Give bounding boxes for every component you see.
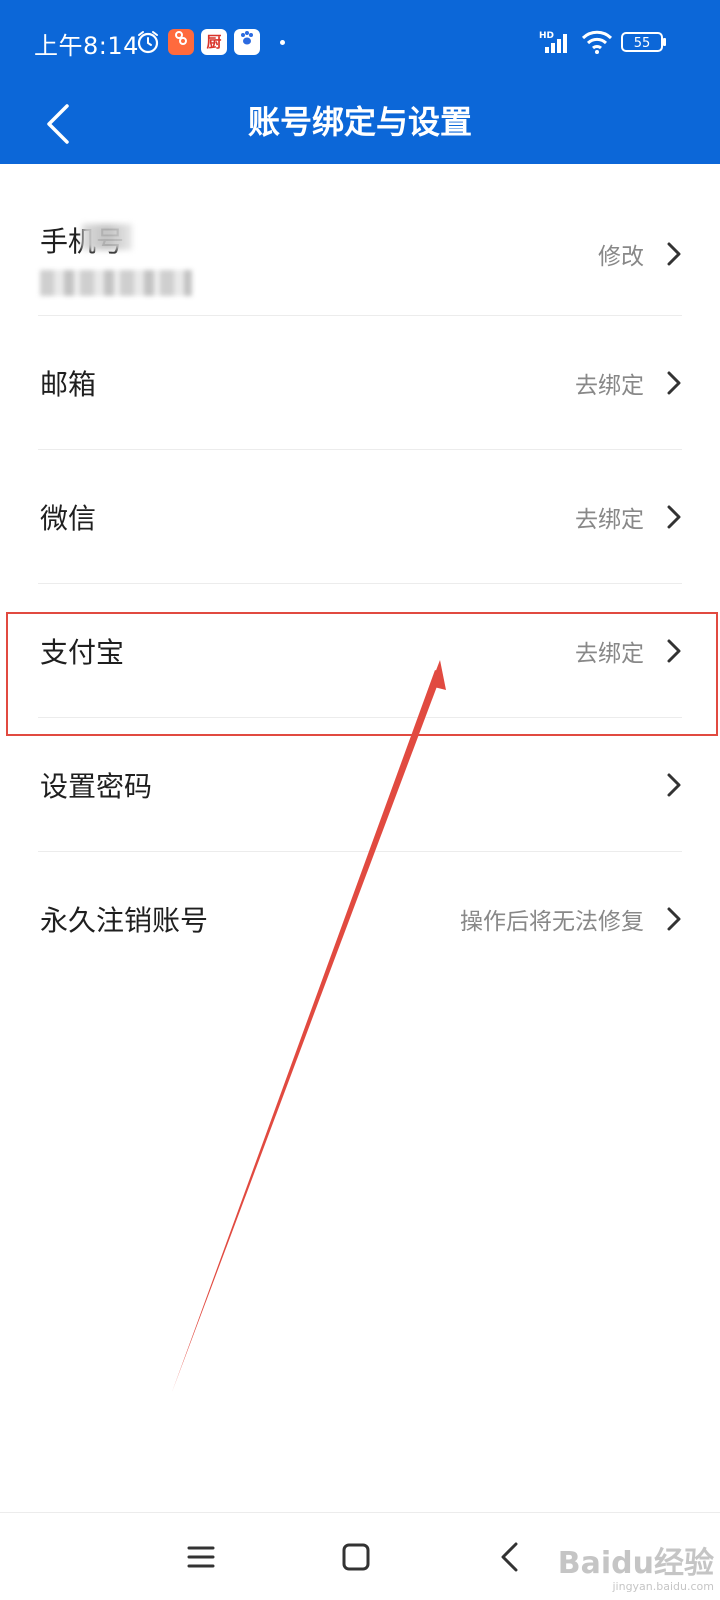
alipay-label: 支付宝 xyxy=(40,636,125,669)
kitchen-app-icon: 厨 xyxy=(201,28,227,56)
battery-icon: 55 xyxy=(620,28,668,56)
app-header: 上午8:14 厨 HD 55 账号绑定与设置 xyxy=(0,0,720,164)
chevron-right-icon xyxy=(667,907,681,931)
nav-bar: 账号绑定与设置 xyxy=(0,84,720,164)
status-time: 上午8:14 xyxy=(34,32,139,60)
delete-account-note: 操作后将无法修复 xyxy=(460,909,644,935)
alarm-icon xyxy=(134,28,162,56)
signal-icon: HD xyxy=(538,28,578,56)
menu-icon xyxy=(187,1546,215,1568)
wifi-icon xyxy=(580,28,614,56)
home-button[interactable] xyxy=(331,1535,381,1579)
status-bar: 上午8:14 厨 HD 55 xyxy=(0,0,720,84)
alipay-row[interactable]: 支付宝 去绑定 xyxy=(0,584,720,718)
chevron-right-icon xyxy=(667,371,681,395)
chevron-right-icon xyxy=(667,773,681,797)
network-label: HD xyxy=(539,31,554,41)
paw-app-icon xyxy=(234,28,260,56)
back-chevron-icon xyxy=(501,1542,518,1572)
email-label: 邮箱 xyxy=(40,368,97,401)
battery-level: 55 xyxy=(634,36,651,51)
app-orange-icon xyxy=(168,28,194,56)
back-button[interactable] xyxy=(28,92,88,156)
chevron-right-icon xyxy=(667,242,681,266)
wechat-label: 微信 xyxy=(40,502,97,535)
alipay-action: 去绑定 xyxy=(575,641,644,667)
password-label: 设置密码 xyxy=(40,770,153,803)
system-nav-bar: Baidu经验 jingyan.baidu.com xyxy=(0,1512,720,1600)
blurred-text xyxy=(82,224,132,250)
email-action: 去绑定 xyxy=(575,373,644,399)
page-title: 账号绑定与设置 xyxy=(247,103,472,141)
delete-account-row[interactable]: 永久注销账号 操作后将无法修复 xyxy=(0,852,720,986)
phone-action: 修改 xyxy=(598,244,644,270)
home-square-icon xyxy=(342,1543,370,1571)
phone-row[interactable]: 手机号 修改 xyxy=(0,164,720,316)
password-row[interactable]: 设置密码 xyxy=(0,718,720,852)
watermark-logo: Baidu经验 xyxy=(557,1546,714,1581)
system-back-button[interactable] xyxy=(485,1535,535,1579)
watermark-url: jingyan.baidu.com xyxy=(612,1580,714,1593)
watermark: Baidu经验 jingyan.baidu.com xyxy=(558,1548,714,1594)
chevron-right-icon xyxy=(667,505,681,529)
email-row[interactable]: 邮箱 去绑定 xyxy=(0,316,720,450)
menu-button[interactable] xyxy=(176,1535,226,1579)
wechat-row[interactable]: 微信 去绑定 xyxy=(0,450,720,584)
back-chevron-icon xyxy=(47,104,69,144)
notification-more-dot xyxy=(280,40,285,45)
wechat-action: 去绑定 xyxy=(575,507,644,533)
settings-list: 手机号 修改 邮箱 去绑定 微信 去绑定 支付宝 去绑定 设置密码 永久注销账号… xyxy=(0,164,720,986)
delete-account-label: 永久注销账号 xyxy=(40,904,209,937)
chevron-right-icon xyxy=(667,639,681,663)
blurred-phone-number xyxy=(40,270,192,296)
